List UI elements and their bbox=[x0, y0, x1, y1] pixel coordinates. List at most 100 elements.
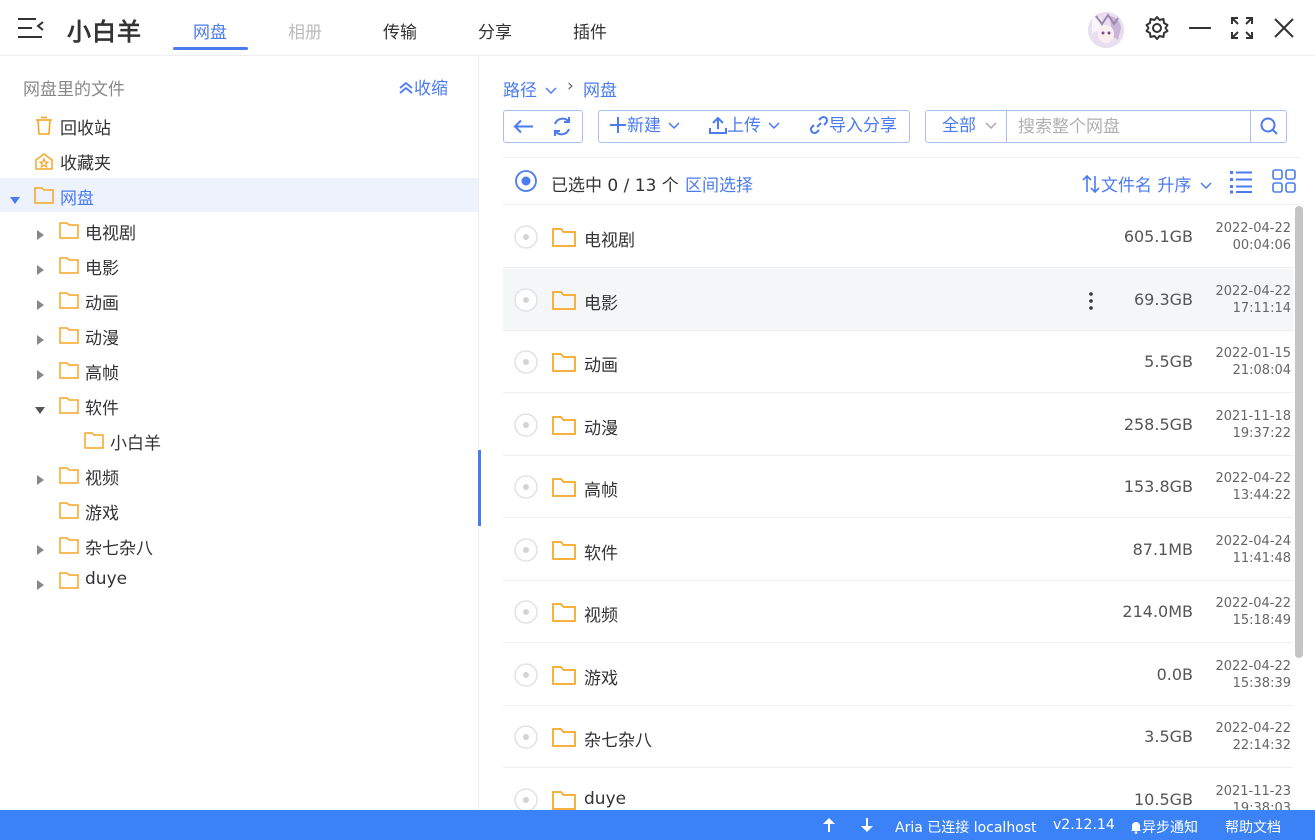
grid-view-icon[interactable] bbox=[1271, 168, 1297, 194]
row-select-radio[interactable] bbox=[513, 287, 539, 313]
file-row[interactable]: 动漫 258.5GB 2021-11-18 19:37:22 bbox=[503, 394, 1293, 456]
sidebar-folder-item[interactable]: 小白羊 bbox=[0, 423, 478, 457]
aria-status[interactable]: Aria 已连接 localhost bbox=[895, 817, 1037, 837]
sidebar-item-recycle-bin[interactable]: 回收站 bbox=[0, 108, 478, 142]
row-select-radio[interactable] bbox=[513, 349, 539, 375]
caret-right-icon[interactable] bbox=[35, 470, 45, 485]
link-icon bbox=[809, 115, 829, 135]
file-row[interactable]: 游戏 0.0B 2022-04-22 15:38:39 bbox=[503, 644, 1293, 706]
search-scope-select[interactable]: 全部 bbox=[926, 111, 1007, 142]
sidebar-item-label: 杂七杂八 bbox=[85, 539, 153, 559]
file-row[interactable]: 高帧 153.8GB 2022-04-22 13:44:22 bbox=[503, 456, 1293, 518]
file-name[interactable]: 动漫 bbox=[584, 414, 618, 439]
download-speed-icon[interactable] bbox=[860, 817, 874, 833]
file-name[interactable]: 视频 bbox=[584, 601, 618, 626]
file-name[interactable]: 动画 bbox=[584, 351, 618, 376]
caret-right-icon[interactable] bbox=[35, 365, 45, 380]
sidebar-item-drive-root[interactable]: 网盘 bbox=[0, 178, 478, 212]
sidebar-folder-item[interactable]: 杂七杂八 bbox=[0, 528, 478, 562]
new-button[interactable]: 新建 bbox=[609, 111, 680, 142]
import-share-button[interactable]: 导入分享 bbox=[809, 111, 897, 142]
search-input[interactable] bbox=[1008, 111, 1250, 142]
maximize-icon[interactable] bbox=[1228, 14, 1256, 42]
file-list-scrollbar[interactable] bbox=[1295, 206, 1303, 658]
collapse-button[interactable]: 收缩 bbox=[398, 74, 448, 99]
back-arrow-icon[interactable] bbox=[512, 111, 540, 142]
file-row[interactable]: 视频 214.0MB 2022-04-22 15:18:49 bbox=[503, 581, 1293, 643]
file-name[interactable]: 软件 bbox=[584, 539, 618, 564]
menu-toggle-icon[interactable] bbox=[16, 14, 46, 42]
file-row[interactable]: 电影 69.3GB 2022-04-22 17:11:14 bbox=[503, 268, 1293, 331]
tab-transfer[interactable]: 传输 bbox=[383, 18, 417, 43]
panel-resize-handle[interactable] bbox=[478, 450, 481, 526]
refresh-icon[interactable] bbox=[550, 111, 578, 142]
help-docs-link[interactable]: 帮助文档 bbox=[1225, 817, 1281, 837]
file-name[interactable]: 游戏 bbox=[584, 664, 618, 689]
file-row[interactable]: 动画 5.5GB 2022-01-15 21:08:04 bbox=[503, 331, 1293, 393]
file-size: 214.0MB bbox=[1122, 602, 1193, 621]
tab-album[interactable]: 相册 bbox=[288, 18, 322, 43]
caret-right-icon[interactable] bbox=[35, 575, 45, 590]
file-name[interactable]: 电视剧 bbox=[584, 226, 635, 251]
sidebar-folder-item[interactable]: 动画 bbox=[0, 283, 478, 317]
sort-button[interactable]: 文件名 升序 bbox=[1081, 171, 1212, 196]
breadcrumb-path[interactable]: 路径 bbox=[503, 76, 557, 101]
minimize-icon[interactable] bbox=[1186, 14, 1214, 42]
sidebar-folder-item[interactable]: 视频 bbox=[0, 458, 478, 492]
file-row[interactable]: 软件 87.1MB 2022-04-24 11:41:48 bbox=[503, 519, 1293, 581]
sidebar-folder-item[interactable]: 高帧 bbox=[0, 353, 478, 387]
file-name[interactable]: 高帧 bbox=[584, 476, 618, 501]
file-row[interactable]: 杂七杂八 3.5GB 2022-04-22 22:14:32 bbox=[503, 706, 1293, 768]
upload-speed-icon[interactable] bbox=[822, 817, 836, 833]
caret-down-icon[interactable] bbox=[10, 190, 20, 204]
sidebar-folder-item[interactable]: 电视剧 bbox=[0, 213, 478, 247]
row-select-radio[interactable] bbox=[513, 787, 539, 810]
caret-down-icon[interactable] bbox=[35, 400, 45, 414]
list-view-icon[interactable] bbox=[1228, 168, 1254, 194]
row-select-radio[interactable] bbox=[513, 412, 539, 438]
row-select-radio[interactable] bbox=[513, 724, 539, 750]
settings-gear-icon[interactable] bbox=[1143, 14, 1171, 42]
more-options-icon[interactable] bbox=[1083, 289, 1099, 313]
row-select-radio[interactable] bbox=[513, 599, 539, 625]
sidebar-folder-item[interactable]: 动漫 bbox=[0, 318, 478, 352]
sidebar-item-label: 电视剧 bbox=[85, 224, 136, 244]
sidebar-folder-item[interactable]: 软件 bbox=[0, 388, 478, 422]
row-select-radio[interactable] bbox=[513, 537, 539, 563]
row-select-radio[interactable] bbox=[513, 474, 539, 500]
row-select-radio[interactable] bbox=[513, 224, 539, 250]
range-select-link[interactable]: 区间选择 bbox=[685, 171, 753, 196]
async-notice-button[interactable]: 异步通知 bbox=[1130, 817, 1198, 837]
import-share-label: 导入分享 bbox=[829, 116, 897, 136]
chevron-down-icon bbox=[545, 87, 557, 95]
search-icon[interactable] bbox=[1250, 111, 1286, 142]
upload-button[interactable]: 上传 bbox=[709, 111, 780, 142]
file-name[interactable]: 杂七杂八 bbox=[584, 726, 652, 751]
tab-drive[interactable]: 网盘 bbox=[193, 18, 227, 43]
sidebar-item-favorites[interactable]: 收藏夹 bbox=[0, 143, 478, 177]
caret-right-icon[interactable] bbox=[35, 260, 45, 275]
caret-right-icon[interactable] bbox=[35, 225, 45, 240]
caret-right-icon[interactable] bbox=[35, 540, 45, 555]
file-row[interactable]: duye 10.5GB 2021-11-23 19:38:03 bbox=[503, 769, 1293, 810]
caret-right-icon[interactable] bbox=[35, 295, 45, 310]
sidebar-folder-item[interactable]: 电影 bbox=[0, 248, 478, 282]
avatar[interactable] bbox=[1088, 12, 1124, 48]
version-label[interactable]: v2.12.14 bbox=[1053, 817, 1115, 833]
file-name[interactable]: 电影 bbox=[584, 289, 618, 314]
breadcrumb-current[interactable]: 网盘 bbox=[583, 76, 617, 101]
file-time: 15:38:39 bbox=[1232, 675, 1291, 691]
close-icon[interactable] bbox=[1270, 14, 1298, 42]
select-all-radio[interactable] bbox=[514, 169, 538, 193]
sidebar-folder-item[interactable]: duye bbox=[0, 563, 478, 597]
row-select-radio[interactable] bbox=[513, 662, 539, 688]
file-row[interactable]: 电视剧 605.1GB 2022-04-22 00:04:06 bbox=[503, 206, 1293, 268]
caret-right-icon[interactable] bbox=[35, 330, 45, 345]
file-name[interactable]: duye bbox=[584, 789, 626, 809]
sidebar-folder-item[interactable]: 游戏 bbox=[0, 493, 478, 527]
folder-icon bbox=[552, 540, 576, 560]
bell-icon bbox=[1131, 822, 1141, 834]
tab-share[interactable]: 分享 bbox=[478, 18, 512, 43]
folder-icon bbox=[552, 227, 576, 247]
tab-plugins[interactable]: 插件 bbox=[573, 18, 607, 43]
